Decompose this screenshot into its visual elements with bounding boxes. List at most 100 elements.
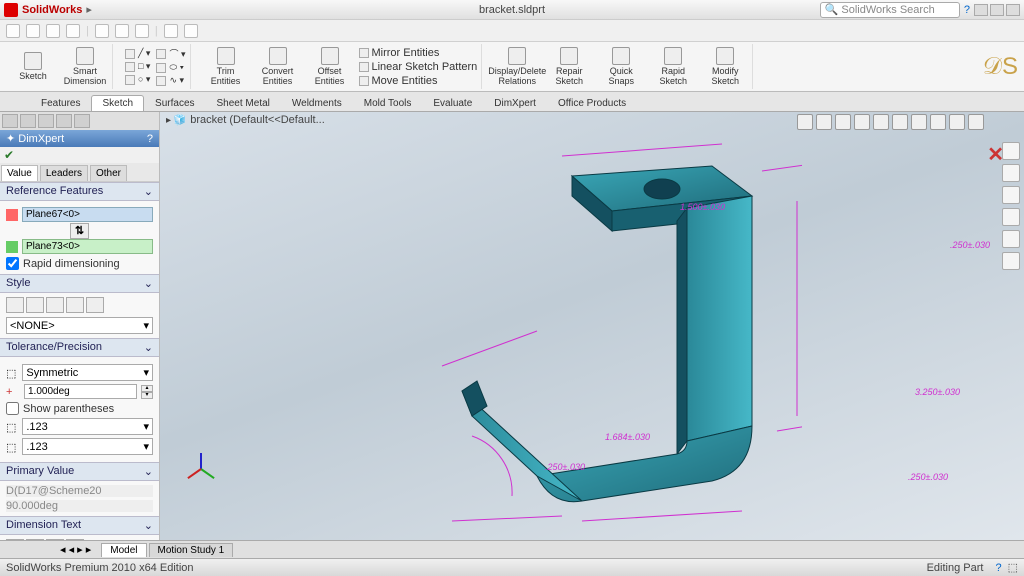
dim-label[interactable]: 3.250±.030 [915,387,960,397]
quick-snaps-button[interactable]: Quick Snaps [598,45,644,89]
subtab-leaders[interactable]: Leaders [40,165,88,181]
rapid-sketch-button[interactable]: Rapid Sketch [650,45,696,89]
tol-value-input[interactable]: 1.000deg [24,384,137,399]
swap-button[interactable]: ⇅ [70,223,89,239]
qat-redo[interactable] [115,24,129,38]
tol-type-combo[interactable]: Symmetric▾ [22,364,153,381]
tab-sketch[interactable]: Sketch [91,95,144,111]
qat-print[interactable] [66,24,80,38]
fm-tabs[interactable] [0,112,159,130]
pattern-button[interactable]: Linear Sketch Pattern [359,61,478,73]
view-triad[interactable] [185,453,217,485]
prev-view[interactable] [835,114,851,130]
task-pane-btn[interactable] [1002,186,1020,204]
prec2-combo[interactable]: .123▾ [22,438,153,455]
command-tabs: Features Sketch Surfaces Sheet Metal Wel… [0,92,1024,112]
viewport[interactable]: ▸ 🧊 bracket (Default<<Default... ✕ [160,112,1024,540]
style-btn[interactable] [46,297,64,313]
dt-btn[interactable]: ⊘ [46,539,64,540]
tab-sheetmetal[interactable]: Sheet Metal [206,95,281,111]
ok-button[interactable]: ✔ [4,148,14,162]
move-button[interactable]: Move Entities [359,75,478,87]
status-help-icon[interactable]: ? [995,562,1001,574]
subtab-value[interactable]: Value [1,165,38,181]
rapid-checkbox[interactable] [6,257,19,270]
plane1-field[interactable]: Plane67<0> [22,207,153,222]
section-primary[interactable]: Primary Value⌄ [0,462,159,481]
tab-office[interactable]: Office Products [547,95,637,111]
task-pane-btn[interactable] [1002,230,1020,248]
plane2-field[interactable]: Plane73<0> [22,239,153,254]
style-btn[interactable] [66,297,84,313]
section-dimtext[interactable]: Dimension Text⌄ [0,516,159,535]
qat-btn[interactable] [184,24,198,38]
zoom-area[interactable] [816,114,832,130]
window-controls[interactable] [974,4,1020,16]
dim-label[interactable]: .250±.030 [950,240,990,250]
convert-button[interactable]: Convert Entities [255,45,301,89]
style-btn[interactable] [86,297,104,313]
draw-tools[interactable]: ╱ ▾ □ ▾ ○ ▾ [125,48,150,85]
smart-dimension-button[interactable]: Smart Dimension [62,45,108,89]
dropdown-icon[interactable]: ▸ [86,3,92,16]
style-combo[interactable]: <NONE>▾ [6,317,153,334]
tab-evaluate[interactable]: Evaluate [422,95,483,111]
app-icon [4,3,18,17]
task-pane-btn[interactable] [1002,208,1020,226]
hide-show[interactable] [911,114,927,130]
tab-surfaces[interactable]: Surfaces [144,95,205,111]
tab-motion[interactable]: Motion Study 1 [149,543,234,557]
dim-label[interactable]: .250±.030 [908,472,948,482]
tab-dimxpert[interactable]: DimXpert [483,95,547,111]
mirror-button[interactable]: Mirror Entities [359,47,478,59]
task-pane-btn[interactable] [1002,142,1020,160]
dim-label[interactable]: 1.684±.030 [605,432,650,442]
task-pane-btn[interactable] [1002,164,1020,182]
qat-options[interactable] [164,24,178,38]
tab-weldments[interactable]: Weldments [281,95,353,111]
breadcrumb[interactable]: ▸ 🧊 bracket (Default<<Default... [166,114,325,126]
qat-rebuild[interactable] [135,24,149,38]
dim-label[interactable]: .250±.030 [545,462,585,472]
status-icon[interactable]: ⬚ [1008,561,1018,574]
appearance[interactable] [930,114,946,130]
tab-model[interactable]: Model [101,543,146,557]
section-tolerance[interactable]: Tolerance/Precision⌄ [0,338,159,357]
scene[interactable] [949,114,965,130]
qat-open[interactable] [26,24,40,38]
statusbar: SolidWorks Premium 2010 x64 Edition Edit… [0,558,1024,576]
task-pane-btn[interactable] [1002,252,1020,270]
style-btn[interactable] [26,297,44,313]
dt-btn[interactable]: xx [6,539,24,540]
modify-sketch-button[interactable]: Modify Sketch [702,45,748,89]
prec-icon: ⬚ [6,421,18,433]
dt-btn[interactable]: xx [26,539,44,540]
view-orient[interactable] [873,114,889,130]
tab-features[interactable]: Features [30,95,91,111]
dt-btn[interactable]: ± [66,539,84,540]
repair-button[interactable]: Repair Sketch [546,45,592,89]
nav-arrows[interactable]: ◂ ◂ ▸ ▸ [60,543,91,556]
section-style[interactable]: Style⌄ [0,274,159,293]
paren-checkbox[interactable] [6,402,19,415]
subtab-other[interactable]: Other [90,165,127,181]
section-view[interactable] [854,114,870,130]
qat-undo[interactable] [95,24,109,38]
qat-new[interactable] [6,24,20,38]
sketch-button[interactable]: Sketch [10,45,56,89]
section-ref-features[interactable]: Reference Features⌄ [0,182,159,201]
view-settings[interactable] [968,114,984,130]
dim-label[interactable]: 1.500±.030 [680,202,725,212]
help-icon[interactable]: ? [964,4,970,16]
tab-moldtools[interactable]: Mold Tools [353,95,423,111]
prec1-combo[interactable]: .123▾ [22,418,153,435]
display-relations-button[interactable]: Display/Delete Relations [494,45,540,89]
qat-save[interactable] [46,24,60,38]
offset-button[interactable]: Offset Entities [307,45,353,89]
draw-tools-2[interactable]: ⌒ ▾ ⬭ ▾ ∿ ▾ [156,47,185,86]
help-icon[interactable]: ? [147,133,153,145]
style-btn[interactable] [6,297,24,313]
trim-button[interactable]: Trim Entities [203,45,249,89]
search-input[interactable]: 🔍 SolidWorks Search [820,2,960,18]
display-style[interactable] [892,114,908,130]
